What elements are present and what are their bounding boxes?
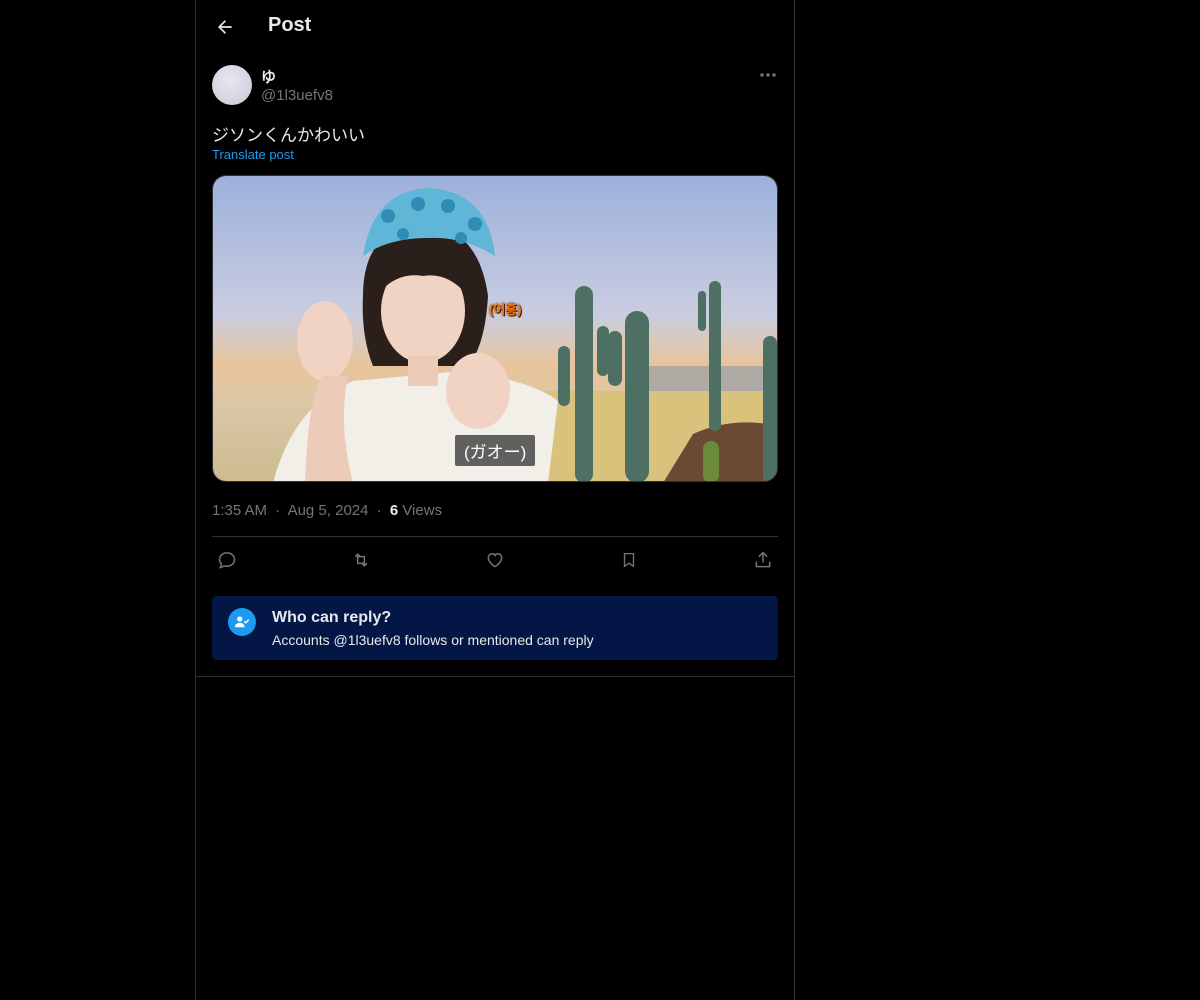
- like-icon: [487, 552, 503, 568]
- post-meta: 1:35 AM · Aug 5, 2024 · 6 Views: [212, 502, 442, 519]
- like-button[interactable]: [480, 547, 510, 573]
- reply-icon: [218, 552, 236, 569]
- author-handle[interactable]: @1l3uefv8: [261, 87, 333, 104]
- who-can-reply-notice: Who can reply? Accounts @1l3uefv8 follow…: [212, 596, 778, 660]
- more-horizontal-icon: [760, 73, 776, 77]
- post-media-image[interactable]: (어흥) (ガオー): [212, 175, 778, 482]
- post-time[interactable]: 1:35 AM: [212, 502, 267, 519]
- views-count: 6: [389, 502, 399, 519]
- who-can-reply-subtitle: Accounts @1l3uefv8 follows or mentioned …: [272, 632, 594, 648]
- post-header: Post: [196, 0, 794, 53]
- who-can-reply-title: Who can reply?: [272, 609, 392, 626]
- primary-column: Post ゆ @1l3uefv8 ジソンくんかわいい Translate pos…: [195, 0, 795, 1000]
- post-text: ジソンくんかわいい: [212, 126, 365, 145]
- views-label: Views: [402, 502, 443, 519]
- page-title: Post: [268, 14, 312, 36]
- back-button[interactable]: [208, 10, 242, 44]
- divider: [212, 536, 778, 537]
- divider: [196, 676, 794, 677]
- media-sticker-text: (어흥): [489, 302, 522, 317]
- translate-post-link[interactable]: Translate post: [212, 147, 294, 162]
- avatar[interactable]: [212, 65, 252, 105]
- share-icon: [755, 551, 771, 568]
- repost-button[interactable]: [346, 547, 376, 573]
- action-bar: [212, 547, 778, 573]
- repost-icon: [354, 553, 368, 567]
- share-button[interactable]: [748, 547, 778, 573]
- author-display-name[interactable]: ゆ: [261, 66, 276, 87]
- media-caption: (ガオー): [455, 435, 536, 466]
- arrow-left-icon: [218, 20, 232, 34]
- reply-button[interactable]: [212, 547, 242, 573]
- post-date[interactable]: Aug 5, 2024: [288, 502, 369, 519]
- more-options-button[interactable]: [756, 66, 780, 84]
- meta-separator: ·: [275, 502, 281, 519]
- meta-separator: ·: [376, 502, 382, 519]
- person-check-icon: [228, 608, 256, 636]
- bookmark-button[interactable]: [614, 547, 644, 573]
- bookmark-icon: [623, 552, 635, 568]
